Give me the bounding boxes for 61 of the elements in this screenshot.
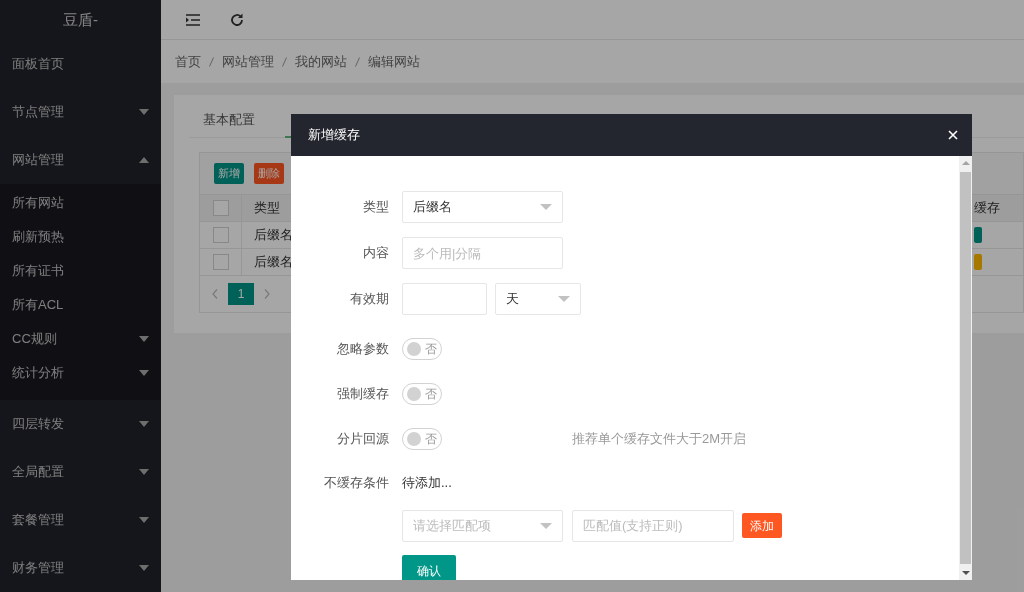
confirm-button[interactable]: 确认	[402, 554, 456, 580]
menu-item[interactable]: CC规则	[0, 322, 161, 356]
chevron-right-icon[interactable]	[264, 289, 270, 299]
menu-item[interactable]: 节点管理	[0, 88, 161, 136]
input-field[interactable]	[402, 283, 487, 315]
menu-item[interactable]: 所有网站	[0, 186, 161, 220]
add-button[interactable]: 添加	[742, 513, 782, 538]
field-label: 有效期	[349, 290, 390, 309]
menu-item[interactable]: 四层转发	[0, 400, 161, 448]
menu-item[interactable]: 所有ACL	[0, 288, 161, 322]
field-label: 不缓存条件	[323, 474, 390, 492]
checkbox[interactable]	[212, 200, 229, 216]
menu-icon[interactable]	[186, 13, 200, 26]
breadcrumb-current: 编辑网站	[368, 52, 420, 71]
breadcrumb-link[interactable]: 我的网站	[295, 51, 347, 72]
slash-icon	[209, 56, 214, 67]
toggle-switch[interactable]: 否	[402, 338, 442, 360]
select-field[interactable]: 后缀名	[402, 191, 563, 223]
slash-icon	[355, 56, 360, 67]
field-label: 强制缓存	[336, 385, 390, 404]
menu-item[interactable]: 所有证书	[0, 254, 161, 288]
dialog-title: 新增缓存	[308, 126, 360, 145]
menu-item[interactable]: 统计分析	[0, 356, 161, 390]
checkbox[interactable]	[212, 254, 229, 270]
column-header: 类型	[254, 199, 280, 218]
menu-item[interactable]: 面板首页	[0, 40, 161, 88]
menu-item[interactable]: 财务管理	[0, 544, 161, 592]
input-field[interactable]: 多个用|分隔	[402, 237, 563, 269]
page-button[interactable]: 1	[228, 283, 254, 305]
menu-item[interactable]: 网站管理	[0, 136, 161, 184]
menu-item[interactable]: 全局配置	[0, 448, 161, 496]
close-icon[interactable]	[948, 130, 958, 140]
table-cell-text: 后缀名	[254, 226, 293, 245]
field-label: 忽略参数	[336, 340, 390, 359]
input-field[interactable]: 匹配值(支持正则)	[572, 509, 734, 542]
menu-item[interactable]: 刷新预热	[0, 220, 161, 254]
menu-item[interactable]: 套餐管理	[0, 496, 161, 544]
select-field[interactable]: 天	[495, 283, 581, 315]
checkbox[interactable]	[212, 227, 229, 243]
field-label: 内容	[362, 244, 390, 263]
scrollbar[interactable]	[959, 156, 972, 580]
dropdown-arrow-icon	[558, 296, 570, 302]
tab[interactable]: 基本配置	[203, 105, 255, 138]
field-label: 分片回源	[336, 430, 390, 449]
column-header: 缓存	[974, 199, 1000, 218]
toggle-switch[interactable]: 否	[402, 428, 442, 450]
logo-text: 豆盾-	[62, 9, 99, 30]
delete-button[interactable]: 删除	[254, 163, 284, 184]
field-label: 类型	[362, 198, 390, 217]
dropdown-arrow-icon	[540, 204, 552, 210]
slash-icon	[282, 56, 287, 67]
add-button[interactable]: 新增	[214, 163, 244, 184]
breadcrumb-link[interactable]: 网站管理	[222, 51, 274, 72]
chevron-left-icon[interactable]	[212, 289, 218, 299]
dropdown-arrow-icon	[540, 522, 552, 529]
toggle-switch[interactable]: 否	[402, 383, 442, 405]
refresh-icon[interactable]	[230, 12, 244, 27]
table-cell-text: 后缀名	[254, 253, 293, 272]
breadcrumb-link[interactable]: 首页	[175, 51, 201, 72]
hint-text: 推荐单个缓存文件大于2M开启	[572, 430, 747, 449]
placeholder-text: 待添加...	[402, 474, 452, 492]
